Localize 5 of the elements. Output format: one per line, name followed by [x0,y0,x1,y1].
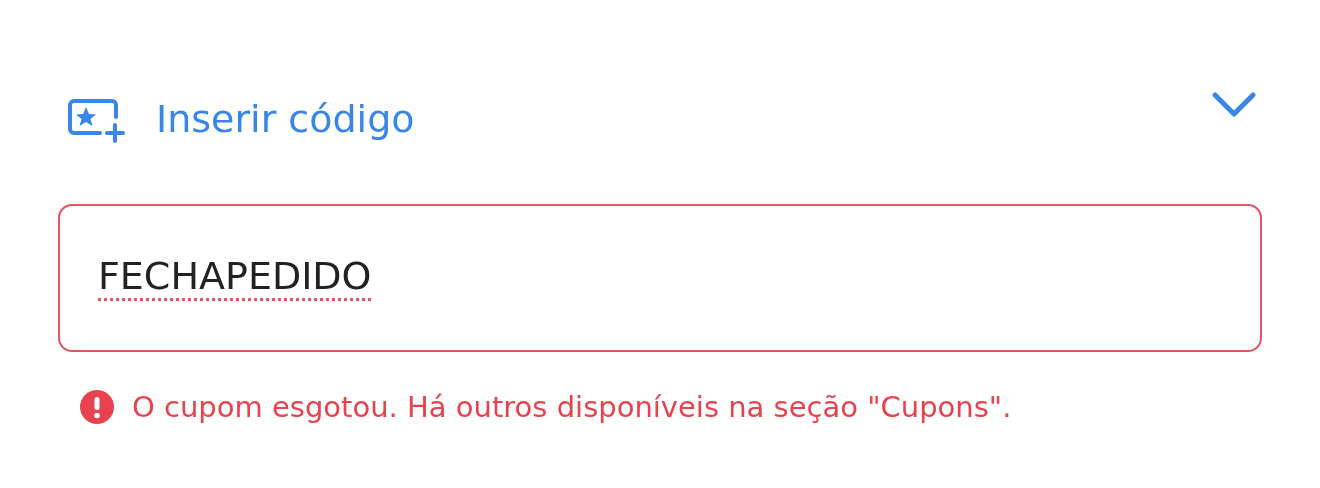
code-input-field[interactable]: FECHAPEDIDO [58,204,1262,352]
error-icon [80,390,114,424]
error-message: O cupom esgotou. Há outros disponíveis na seção "Cupons". [132,390,1012,424]
chevron-down-icon[interactable] [1212,92,1256,118]
enter-code-link[interactable]: Inserir código [156,97,415,141]
